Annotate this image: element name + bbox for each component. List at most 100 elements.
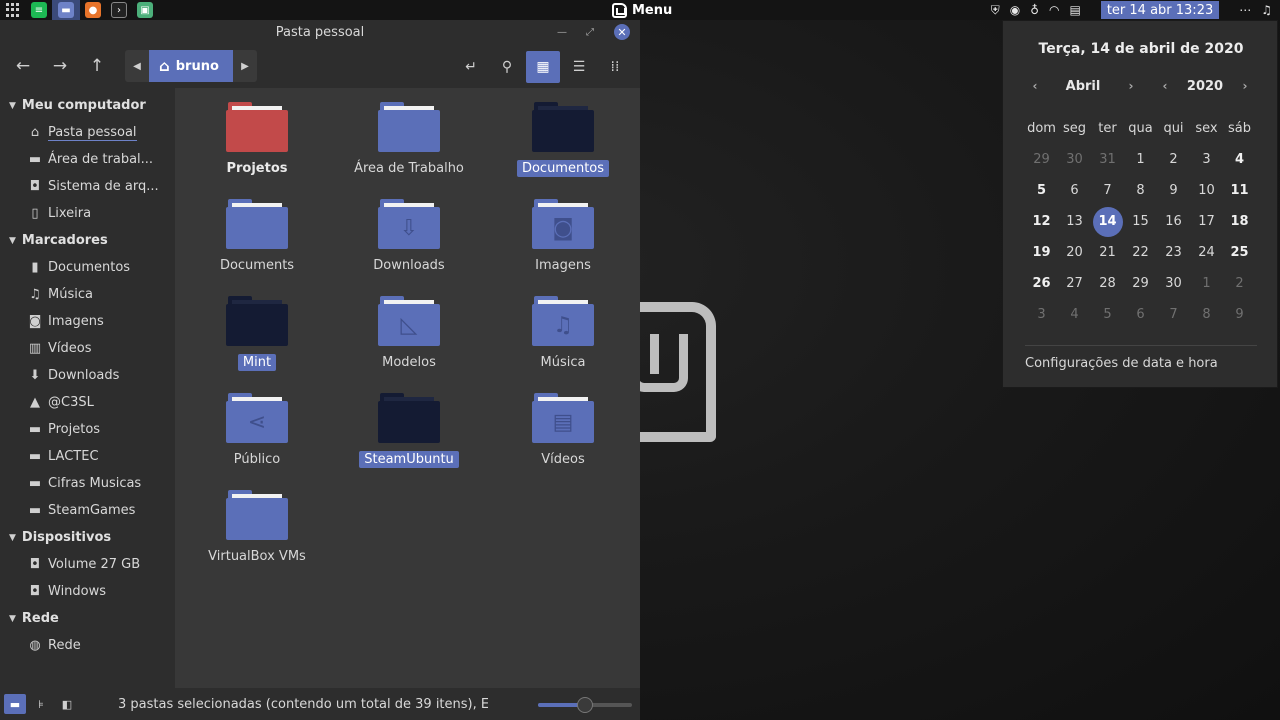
folder-item[interactable]: Área de Trabalho	[339, 102, 479, 177]
menu-dots-icon[interactable]: ⋯	[1239, 3, 1251, 17]
calendar-day[interactable]: 2	[1223, 268, 1256, 299]
lightbulb-icon[interactable]: ♁	[1030, 3, 1039, 17]
sidebar-item[interactable]: ◍ Rede	[0, 632, 175, 659]
menu-button[interactable]: Menu	[612, 0, 672, 20]
calendar-day[interactable]: 27	[1058, 268, 1091, 299]
folder-item[interactable]: ◙ Imagens	[493, 199, 633, 274]
calendar-day[interactable]: 5	[1025, 175, 1058, 206]
calendar-day[interactable]: 21	[1091, 237, 1124, 268]
calendar-day[interactable]: 6	[1058, 175, 1091, 206]
app-grid-icon[interactable]	[6, 3, 20, 17]
folder-item[interactable]: Mint	[187, 296, 327, 371]
show-places-button[interactable]: ▬	[4, 694, 26, 714]
calendar-day[interactable]: 13	[1058, 206, 1091, 237]
calendar-day[interactable]: 2	[1157, 144, 1190, 175]
minimize-button[interactable]: —	[554, 24, 570, 40]
sidebar-item[interactable]: ▮ Documentos	[0, 254, 175, 281]
folder-item[interactable]: ◺ Modelos	[339, 296, 479, 371]
calendar-day[interactable]: 30	[1157, 268, 1190, 299]
folder-item[interactable]: ⋖ Público	[187, 393, 327, 468]
back-button[interactable]: ←	[8, 51, 38, 81]
prev-month-button[interactable]: ‹	[1025, 79, 1045, 93]
calendar-day[interactable]: 1	[1124, 144, 1157, 175]
calendar-day[interactable]: 30	[1058, 144, 1091, 175]
calendar-day[interactable]: 24	[1190, 237, 1223, 268]
folder-item[interactable]: ♫ Música	[493, 296, 633, 371]
sidebar-item[interactable]: ◘ Sistema de arq...	[0, 173, 175, 200]
show-tree-button[interactable]: ⊧	[30, 694, 52, 714]
window-titlebar[interactable]: Pasta pessoal — ⤢ ✕	[0, 20, 640, 44]
calendar-day[interactable]: 19	[1025, 237, 1058, 268]
sidebar-section-header[interactable]: ▼ Marcadores	[0, 227, 175, 254]
list-view-button[interactable]: ☰	[562, 51, 596, 83]
folder-item[interactable]: ⇩ Downloads	[339, 199, 479, 274]
folder-item[interactable]: Documents	[187, 199, 327, 274]
nvidia-icon[interactable]: ◉	[1010, 3, 1020, 17]
sidebar-section-header[interactable]: ▼ Dispositivos	[0, 524, 175, 551]
calendar-day[interactable]: 9	[1157, 175, 1190, 206]
calendar-day[interactable]: 26	[1025, 268, 1058, 299]
calendar-day[interactable]: 23	[1157, 237, 1190, 268]
path-scroll-right[interactable]: ▶	[233, 50, 257, 82]
prev-year-button[interactable]: ‹	[1155, 79, 1175, 93]
zoom-slider[interactable]	[538, 697, 632, 713]
file-grid[interactable]: Projetos Área de Trabalho Documentos Docume…	[175, 88, 640, 688]
calendar-day[interactable]: 8	[1124, 175, 1157, 206]
calendar-day[interactable]: 12	[1025, 206, 1058, 237]
files-launcher-active[interactable]: ▬	[52, 0, 80, 20]
music-note-icon[interactable]: ♫	[1261, 3, 1272, 17]
calendar-day[interactable]: 4	[1223, 144, 1256, 175]
next-month-button[interactable]: ›	[1121, 79, 1141, 93]
calendar-day[interactable]: 7	[1091, 175, 1124, 206]
calendar-day[interactable]: 11	[1223, 175, 1256, 206]
sidebar-item[interactable]: ▲ @C3SL	[0, 389, 175, 416]
calendar-day[interactable]: 7	[1157, 299, 1190, 330]
calendar-day[interactable]: 20	[1058, 237, 1091, 268]
folder-item[interactable]: Documentos	[493, 102, 633, 177]
sidebar-item[interactable]: ♫ Música	[0, 281, 175, 308]
hide-sidebar-button[interactable]: ◧	[56, 694, 78, 714]
calendar-day[interactable]: 4	[1058, 299, 1091, 330]
sidebar-item[interactable]: ◘ Volume 27 GB	[0, 551, 175, 578]
calendar-day[interactable]: 15	[1124, 206, 1157, 237]
folder-item[interactable]: SteamUbuntu	[339, 393, 479, 468]
forward-button[interactable]: →	[45, 51, 75, 81]
terminal-icon[interactable]: ›	[111, 2, 127, 18]
sidebar-section-header[interactable]: ▼ Rede	[0, 605, 175, 632]
calendar-day[interactable]: 6	[1124, 299, 1157, 330]
sidebar-section-header[interactable]: ▼ Meu computador	[0, 92, 175, 119]
sidebar-item[interactable]: ▥ Vídeos	[0, 335, 175, 362]
calendar-day[interactable]: 10	[1190, 175, 1223, 206]
calendar-day[interactable]: 1	[1190, 268, 1223, 299]
zoom-slider-handle[interactable]	[577, 697, 593, 713]
icon-view-button[interactable]: ▦	[526, 51, 560, 83]
wifi-icon[interactable]: ◠	[1049, 3, 1059, 17]
calendar-day[interactable]: 29	[1025, 144, 1058, 175]
search-button[interactable]: ⚲	[490, 51, 524, 83]
clipboard-icon[interactable]: ▤	[1069, 3, 1080, 17]
calendar-day[interactable]: 18	[1223, 206, 1256, 237]
calendar-day[interactable]: 9	[1223, 299, 1256, 330]
calendar-day[interactable]: 22	[1124, 237, 1157, 268]
toggle-location-button[interactable]: ↵	[454, 51, 488, 83]
folder-item[interactable]: Projetos	[187, 102, 327, 177]
folder-item[interactable]: ▤ Vídeos	[493, 393, 633, 468]
folder-item[interactable]: VirtualBox VMs	[187, 490, 327, 565]
calendar-day[interactable]: 25	[1223, 237, 1256, 268]
calendar-day[interactable]: 16	[1157, 206, 1190, 237]
sidebar-item[interactable]: ◘ Windows	[0, 578, 175, 605]
path-scroll-left[interactable]: ◀	[125, 50, 149, 82]
firefox-icon[interactable]: ●	[85, 2, 101, 18]
calendar-day[interactable]: 5	[1091, 299, 1124, 330]
up-button[interactable]: ↑	[82, 51, 112, 81]
sidebar-item[interactable]: ▯ Lixeira	[0, 200, 175, 227]
calendar-day[interactable]: 8	[1190, 299, 1223, 330]
shield-icon[interactable]: ⛨	[991, 3, 1000, 18]
path-crumb-home[interactable]: ⌂ bruno	[149, 50, 233, 82]
calendar-day[interactable]: 29	[1124, 268, 1157, 299]
calendar-day[interactable]: 3	[1025, 299, 1058, 330]
sidebar-item[interactable]: ⌂ Pasta pessoal	[0, 119, 175, 146]
calendar-day[interactable]: 17	[1190, 206, 1223, 237]
sidebar-item[interactable]: ▬ SteamGames	[0, 497, 175, 524]
sidebar-item[interactable]: ▬ LACTEC	[0, 443, 175, 470]
